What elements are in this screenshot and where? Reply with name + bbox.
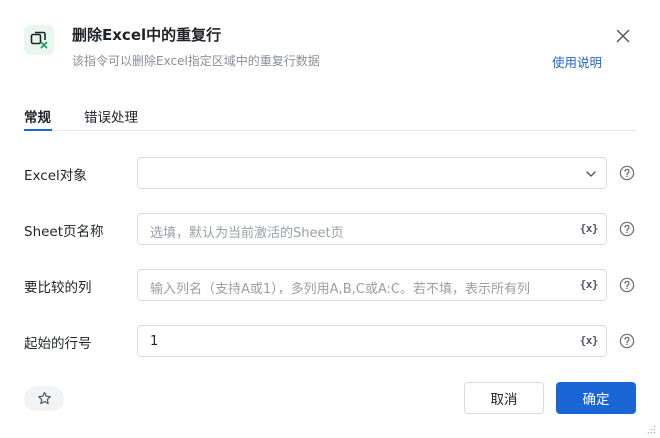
usage-help-link[interactable]: 使用说明 — [552, 52, 602, 71]
sheet-name-input[interactable]: 选填，默认为当前激活的Sheet页 {x} — [137, 213, 607, 245]
tab-general[interactable]: 常规 — [24, 106, 51, 126]
compare-columns-placeholder: 输入列名（支持A或1），多列用A,B,C或A:C。若不填，表示所有列 — [150, 282, 530, 297]
close-button[interactable] — [614, 27, 632, 45]
resize-grip-icon[interactable] — [646, 424, 656, 434]
dialog-subtitle: 该指令可以删除Excel指定区域中的重复行数据 — [72, 54, 320, 68]
question-circle-icon[interactable] — [619, 277, 635, 293]
excel-object-select[interactable] — [137, 157, 607, 189]
tab-bar: 常规 错误处理 — [24, 100, 636, 131]
start-row-label: 起始的行号 — [24, 336, 92, 352]
active-tab-indicator — [24, 129, 52, 131]
chevron-down-icon[interactable] — [585, 168, 597, 180]
excel-dedupe-icon — [24, 25, 54, 55]
insert-variable-button[interactable]: {x} — [580, 278, 599, 291]
sheet-name-placeholder: 选填，默认为当前激活的Sheet页 — [150, 226, 344, 241]
form-row-compare-columns: 要比较的列 输入列名（支持A或1），多列用A,B,C或A:C。若不填，表示所有列… — [24, 269, 636, 301]
form-row-sheet-name: Sheet页名称 选填，默认为当前激活的Sheet页 {x} — [24, 213, 636, 245]
dialog-title: 删除Excel中的重复行 — [72, 26, 222, 44]
start-row-value: 1 — [150, 334, 159, 349]
confirm-button[interactable]: 确定 — [556, 382, 636, 414]
form-row-excel-object: Excel对象 — [24, 157, 636, 189]
cancel-button[interactable]: 取消 — [464, 382, 544, 414]
close-icon — [616, 29, 630, 43]
insert-variable-button[interactable]: {x} — [580, 222, 599, 235]
excel-object-label: Excel对象 — [24, 168, 87, 184]
compare-columns-input[interactable]: 输入列名（支持A或1），多列用A,B,C或A:C。若不填，表示所有列 {x} — [137, 269, 607, 301]
question-circle-icon[interactable] — [619, 333, 635, 349]
question-circle-icon[interactable] — [619, 221, 635, 237]
start-row-input[interactable]: 1 {x} — [137, 325, 607, 357]
compare-columns-label: 要比较的列 — [24, 280, 92, 296]
star-icon — [37, 391, 51, 405]
insert-variable-button[interactable]: {x} — [580, 334, 599, 347]
tab-error-handling[interactable]: 错误处理 — [84, 106, 138, 126]
favorite-button[interactable] — [24, 386, 64, 411]
question-circle-icon[interactable] — [619, 165, 635, 181]
form-row-start-row: 起始的行号 1 {x} — [24, 325, 636, 357]
sheet-name-label: Sheet页名称 — [24, 224, 104, 240]
delete-duplicate-rows-dialog: 删除Excel中的重复行 该指令可以删除Excel指定区域中的重复行数据 使用说… — [0, 0, 660, 438]
